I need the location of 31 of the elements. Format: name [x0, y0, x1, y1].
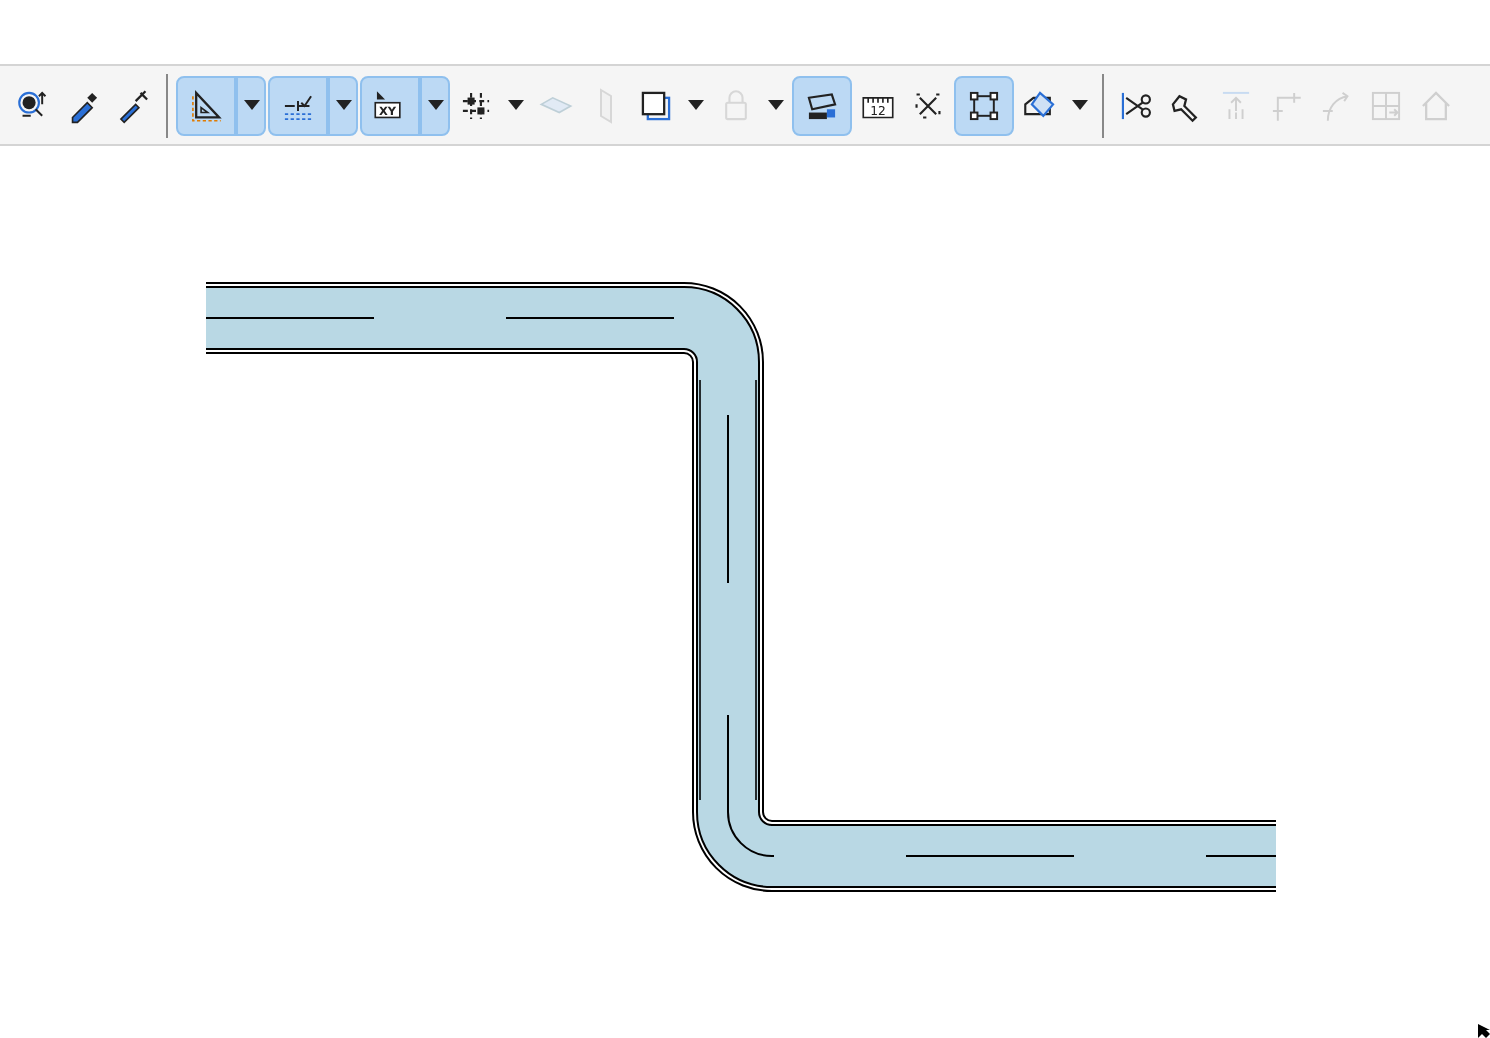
scissors-icon [1118, 87, 1154, 123]
tool-button[interactable] [954, 75, 1014, 135]
tool-button[interactable] [176, 75, 236, 135]
caret-icon [427, 100, 443, 110]
corner-icon [1268, 87, 1304, 123]
grid-snap-icon [458, 87, 494, 123]
syringe-icon [116, 87, 152, 123]
house-icon [1418, 87, 1454, 123]
caret-icon [767, 100, 783, 110]
trim-up-icon [1218, 87, 1254, 123]
dropdown-button[interactable] [420, 75, 450, 135]
square-icon [638, 87, 674, 123]
layered-diamond-icon [1022, 87, 1058, 123]
split-box-icon [1368, 87, 1404, 123]
caret-icon [243, 100, 259, 110]
tool-button[interactable] [792, 75, 852, 135]
tool-button[interactable] [268, 75, 328, 135]
cursor-icon [1478, 1024, 1490, 1038]
panel-icon [600, 87, 612, 123]
cross-icon [910, 87, 946, 123]
dropdown-button[interactable] [328, 75, 358, 135]
caret-icon [687, 100, 703, 110]
point-search-icon [16, 87, 52, 123]
caret-icon [1071, 100, 1087, 110]
caret-icon [335, 100, 351, 110]
edit-vertices-icon [804, 87, 840, 123]
arc-icon [1318, 87, 1354, 123]
dropdown-button[interactable] [236, 75, 266, 135]
selection-box-icon [966, 87, 1002, 123]
set-square-icon [188, 87, 224, 123]
caret-icon [507, 100, 523, 110]
